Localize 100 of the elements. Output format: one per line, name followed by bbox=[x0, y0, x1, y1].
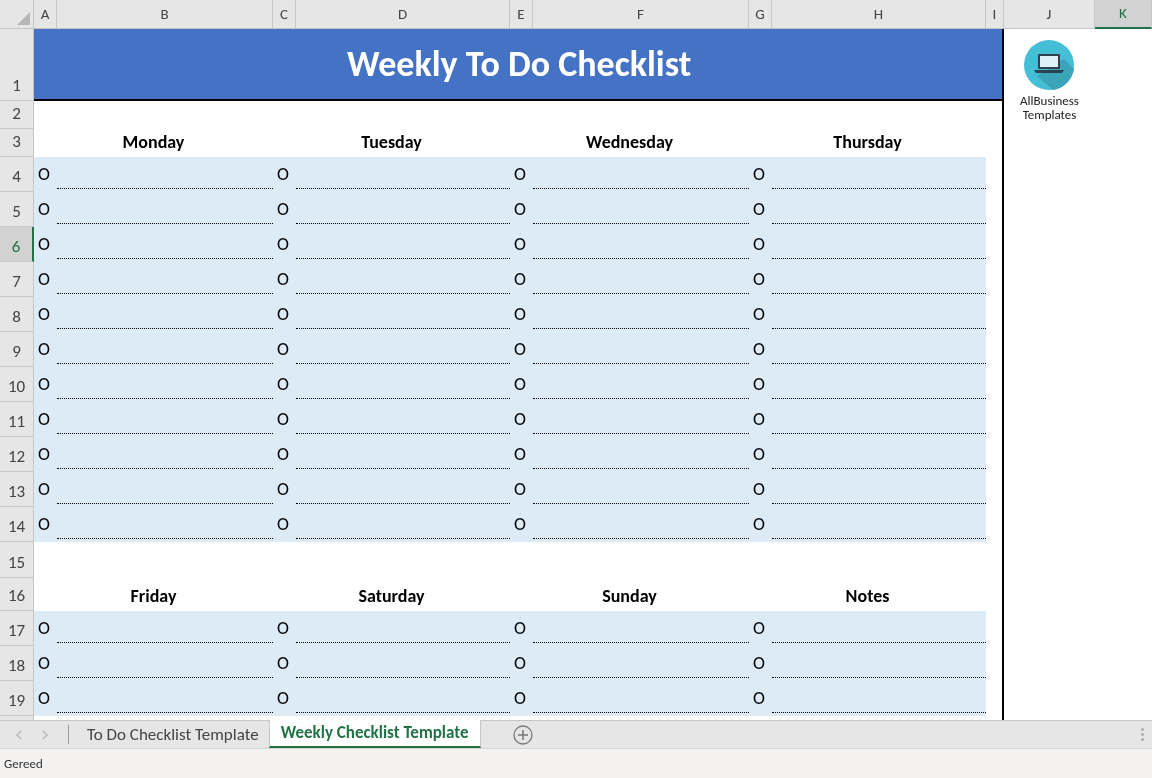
checkbox-mark: O bbox=[514, 372, 526, 397]
checkbox-mark: O bbox=[753, 651, 765, 676]
row-header[interactable]: 11 bbox=[0, 402, 34, 437]
checkbox-mark: O bbox=[277, 407, 289, 432]
sheet-tab[interactable]: To Do Checklist Template bbox=[77, 721, 269, 748]
checkbox-mark: O bbox=[38, 197, 50, 222]
checkbox-mark: O bbox=[753, 372, 765, 397]
checkbox-mark: O bbox=[38, 686, 50, 711]
checkbox-mark: O bbox=[277, 651, 289, 676]
title-banner: Weekly To Do Checklist bbox=[34, 29, 1004, 101]
day-heading: Sunday bbox=[601, 584, 658, 609]
row-header[interactable]: 18 bbox=[0, 646, 34, 681]
checkbox-mark: O bbox=[514, 512, 526, 537]
scroll-left-icon[interactable] bbox=[16, 729, 22, 740]
column-header[interactable]: G bbox=[749, 0, 772, 29]
checkbox-mark: O bbox=[753, 337, 765, 362]
checkbox-mark: O bbox=[277, 477, 289, 502]
row-header[interactable]: 9 bbox=[0, 332, 34, 367]
checkbox-mark: O bbox=[277, 232, 289, 257]
checkbox-mark: O bbox=[514, 162, 526, 187]
column-header[interactable]: I bbox=[986, 0, 1004, 29]
row-header[interactable]: 15 bbox=[0, 542, 34, 578]
checkbox-mark: O bbox=[38, 651, 50, 676]
row-header[interactable]: 3 bbox=[0, 129, 34, 157]
checkbox-mark: O bbox=[753, 197, 765, 222]
checkbox-mark: O bbox=[277, 372, 289, 397]
checkbox-mark: O bbox=[514, 442, 526, 467]
day-heading: Wednesday bbox=[584, 130, 674, 155]
row-header[interactable]: 16 bbox=[0, 578, 34, 611]
checkbox-mark: O bbox=[514, 267, 526, 292]
checkbox-mark: O bbox=[277, 162, 289, 187]
checkbox-mark: O bbox=[277, 686, 289, 711]
checkbox-mark: O bbox=[753, 616, 765, 641]
sheet-tab[interactable]: Weekly Checklist Template bbox=[268, 720, 481, 748]
checkbox-mark: O bbox=[753, 232, 765, 257]
checkbox-mark: O bbox=[514, 232, 526, 257]
column-header[interactable]: D bbox=[296, 0, 510, 29]
checkbox-mark: O bbox=[514, 651, 526, 676]
checkbox-mark: O bbox=[277, 512, 289, 537]
column-header[interactable]: J bbox=[1004, 0, 1095, 29]
checkbox-mark: O bbox=[38, 477, 50, 502]
row-header[interactable]: 4 bbox=[0, 157, 34, 192]
row-header[interactable]: 10 bbox=[0, 367, 34, 402]
checkbox-mark: O bbox=[514, 686, 526, 711]
laptop-logo-icon bbox=[1022, 39, 1077, 93]
column-header[interactable]: F bbox=[533, 0, 749, 29]
checkbox-mark: O bbox=[277, 267, 289, 292]
row-header[interactable]: 2 bbox=[0, 101, 34, 129]
checkbox-mark: O bbox=[753, 512, 765, 537]
checkbox-mark: O bbox=[753, 407, 765, 432]
row-header[interactable]: 8 bbox=[0, 297, 34, 332]
checkbox-mark: O bbox=[38, 407, 50, 432]
scroll-right-icon[interactable] bbox=[42, 729, 48, 740]
logo-text: AllBusiness bbox=[1020, 94, 1079, 108]
checkbox-mark: O bbox=[753, 686, 765, 711]
checkbox-mark: O bbox=[753, 267, 765, 292]
row-header[interactable]: 19 bbox=[0, 681, 34, 716]
row-header[interactable]: 14 bbox=[0, 507, 34, 542]
checkbox-mark: O bbox=[514, 302, 526, 327]
checkbox-mark: O bbox=[277, 197, 289, 222]
column-header[interactable]: A bbox=[34, 0, 57, 29]
checkbox-mark: O bbox=[514, 477, 526, 502]
column-header[interactable]: B bbox=[57, 0, 273, 29]
checkbox-mark: O bbox=[277, 616, 289, 641]
checkbox-mark: O bbox=[514, 407, 526, 432]
more-options-icon[interactable] bbox=[1141, 728, 1144, 741]
checkbox-mark: O bbox=[38, 512, 50, 537]
row-header[interactable]: 5 bbox=[0, 192, 34, 227]
column-header[interactable]: H bbox=[772, 0, 986, 29]
checkbox-mark: O bbox=[38, 442, 50, 467]
checkbox-mark: O bbox=[38, 372, 50, 397]
logo-text: Templates bbox=[1022, 108, 1077, 122]
add-sheet-icon[interactable] bbox=[512, 724, 533, 745]
select-all-corner[interactable] bbox=[0, 0, 34, 29]
column-header[interactable]: K bbox=[1095, 0, 1152, 29]
day-heading: Monday bbox=[121, 130, 186, 155]
checkbox-mark: O bbox=[753, 302, 765, 327]
checkbox-mark: O bbox=[38, 337, 50, 362]
day-heading: Thursday bbox=[832, 130, 903, 155]
checkbox-mark: O bbox=[38, 232, 50, 257]
checkbox-mark: O bbox=[753, 477, 765, 502]
day-heading: Saturday bbox=[357, 584, 426, 609]
checkbox-mark: O bbox=[38, 162, 50, 187]
select-all-icon bbox=[17, 12, 30, 25]
checkbox-mark: O bbox=[277, 442, 289, 467]
checkbox-mark: O bbox=[277, 337, 289, 362]
row-header[interactable]: 12 bbox=[0, 437, 34, 472]
checkbox-mark: O bbox=[514, 616, 526, 641]
status-text: Gereed bbox=[4, 754, 43, 773]
day-heading: Notes bbox=[844, 584, 891, 609]
row-header[interactable]: 13 bbox=[0, 472, 34, 507]
checkbox-mark: O bbox=[277, 302, 289, 327]
row-header[interactable]: 6 bbox=[0, 227, 34, 262]
checkbox-mark: O bbox=[753, 442, 765, 467]
row-header[interactable]: 17 bbox=[0, 611, 34, 646]
row-header[interactable]: 1 bbox=[0, 29, 34, 101]
day-heading: Friday bbox=[129, 584, 178, 609]
row-header[interactable]: 7 bbox=[0, 262, 34, 297]
column-header[interactable]: E bbox=[510, 0, 533, 29]
column-header[interactable]: C bbox=[273, 0, 296, 29]
